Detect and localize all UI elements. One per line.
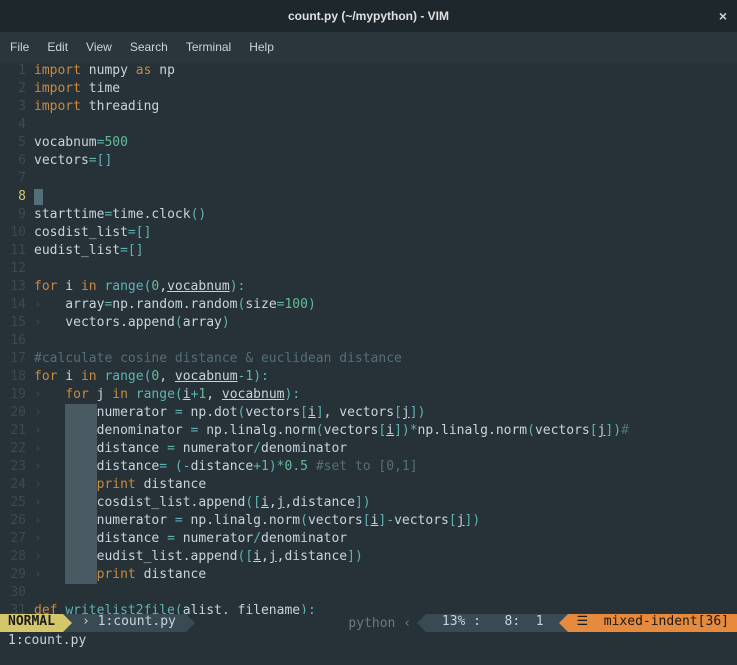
line-number: 25 xyxy=(0,494,34,512)
code-line: for i in range(0, vocabnum-1): xyxy=(34,368,737,386)
line-number: 29 xyxy=(0,566,34,584)
line-number: 24 xyxy=(0,476,34,494)
line-number: 30 xyxy=(0,584,34,602)
code-line: cosdist_list=[] xyxy=(34,224,737,242)
line-number: 7 xyxy=(0,170,34,188)
menu-search[interactable]: Search xyxy=(130,40,168,54)
line-number: 19 xyxy=(0,386,34,404)
code-line xyxy=(34,116,737,134)
code-line: vocabnum=500 xyxy=(34,134,737,152)
code-line: › › numerator = np.dot(vectors[i], vecto… xyxy=(34,404,737,422)
window-titlebar: count.py (~/mypython) - VIM × xyxy=(0,0,737,32)
line-number: 11 xyxy=(0,242,34,260)
menu-file[interactable]: File xyxy=(10,40,29,54)
line-number: 27 xyxy=(0,530,34,548)
code-line-current xyxy=(34,188,737,206)
line-number: 5 xyxy=(0,134,34,152)
menu-edit[interactable]: Edit xyxy=(47,40,68,54)
cursor xyxy=(34,189,43,205)
separator-icon xyxy=(417,614,426,632)
menu-terminal[interactable]: Terminal xyxy=(186,40,231,54)
status-filetype: python ‹ xyxy=(195,614,417,632)
code-line: import time xyxy=(34,80,737,98)
code-line: starttime=time.clock() xyxy=(34,206,737,224)
separator-icon xyxy=(186,614,195,632)
window-title: count.py (~/mypython) - VIM xyxy=(0,9,737,23)
menu-view[interactable]: View xyxy=(86,40,112,54)
line-number: 22 xyxy=(0,440,34,458)
code-line: › › distance = numerator/denominator xyxy=(34,530,737,548)
close-icon[interactable]: × xyxy=(719,8,727,24)
separator-icon xyxy=(559,614,568,632)
line-number: 9 xyxy=(0,206,34,224)
code-line: › for j in range(i+1, vocabnum): xyxy=(34,386,737,404)
line-number: 26 xyxy=(0,512,34,530)
line-number: 21 xyxy=(0,422,34,440)
code-line xyxy=(34,260,737,278)
line-number: 18 xyxy=(0,368,34,386)
line-number: 28 xyxy=(0,548,34,566)
line-number-current: 8 xyxy=(0,188,34,206)
line-number: 2 xyxy=(0,80,34,98)
line-number: 16 xyxy=(0,332,34,350)
code-line: › › distance = numerator/denominator xyxy=(34,440,737,458)
line-number: 23 xyxy=(0,458,34,476)
code-line: › › distance= (-distance+1)*0.5 #set to … xyxy=(34,458,737,476)
code-line: › › cosdist_list.append([i,j,distance]) xyxy=(34,494,737,512)
status-warning: ☰ mixed-indent[36] xyxy=(568,614,737,632)
code-line: › › numerator = np.linalg.norm(vectors[i… xyxy=(34,512,737,530)
command-line[interactable]: 1:count.py xyxy=(0,632,737,650)
line-number: 15 xyxy=(0,314,34,332)
menu-bar: File Edit View Search Terminal Help xyxy=(0,32,737,62)
code-line: › › print distance xyxy=(34,566,737,584)
line-number: 13 xyxy=(0,278,34,296)
code-line: #calculate cosine distance & euclidean d… xyxy=(34,350,737,368)
code-line: vectors=[] xyxy=(34,152,737,170)
status-filename: › 1:count.py xyxy=(72,614,186,632)
status-bar: NORMAL › 1:count.py python ‹ 13% : 8: 1 … xyxy=(0,614,737,632)
code-line: › › denominator = np.linalg.norm(vectors… xyxy=(34,422,737,440)
line-number: 1 xyxy=(0,62,34,80)
code-line xyxy=(34,332,737,350)
status-position: 13% : 8: 1 xyxy=(426,614,559,632)
line-number: 14 xyxy=(0,296,34,314)
code-line: › › eudist_list.append([i,j,distance]) xyxy=(34,548,737,566)
code-line: for i in range(0,vocabnum): xyxy=(34,278,737,296)
code-line: › › print distance xyxy=(34,476,737,494)
code-line: eudist_list=[] xyxy=(34,242,737,260)
line-number: 17 xyxy=(0,350,34,368)
line-number: 6 xyxy=(0,152,34,170)
code-line: import numpy as np xyxy=(34,62,737,80)
code-line: › array=np.random.random(size=100) xyxy=(34,296,737,314)
vim-mode: NORMAL xyxy=(0,614,63,632)
menu-help[interactable]: Help xyxy=(249,40,274,54)
code-line xyxy=(34,170,737,188)
line-number: 4 xyxy=(0,116,34,134)
code-line: › vectors.append(array) xyxy=(34,314,737,332)
code-line xyxy=(34,584,737,602)
separator-icon xyxy=(63,614,72,632)
line-number: 10 xyxy=(0,224,34,242)
editor-area[interactable]: 1import numpy as np 2import time 3import… xyxy=(0,62,737,650)
line-number: 12 xyxy=(0,260,34,278)
code-line: import threading xyxy=(34,98,737,116)
line-number: 3 xyxy=(0,98,34,116)
line-number: 20 xyxy=(0,404,34,422)
